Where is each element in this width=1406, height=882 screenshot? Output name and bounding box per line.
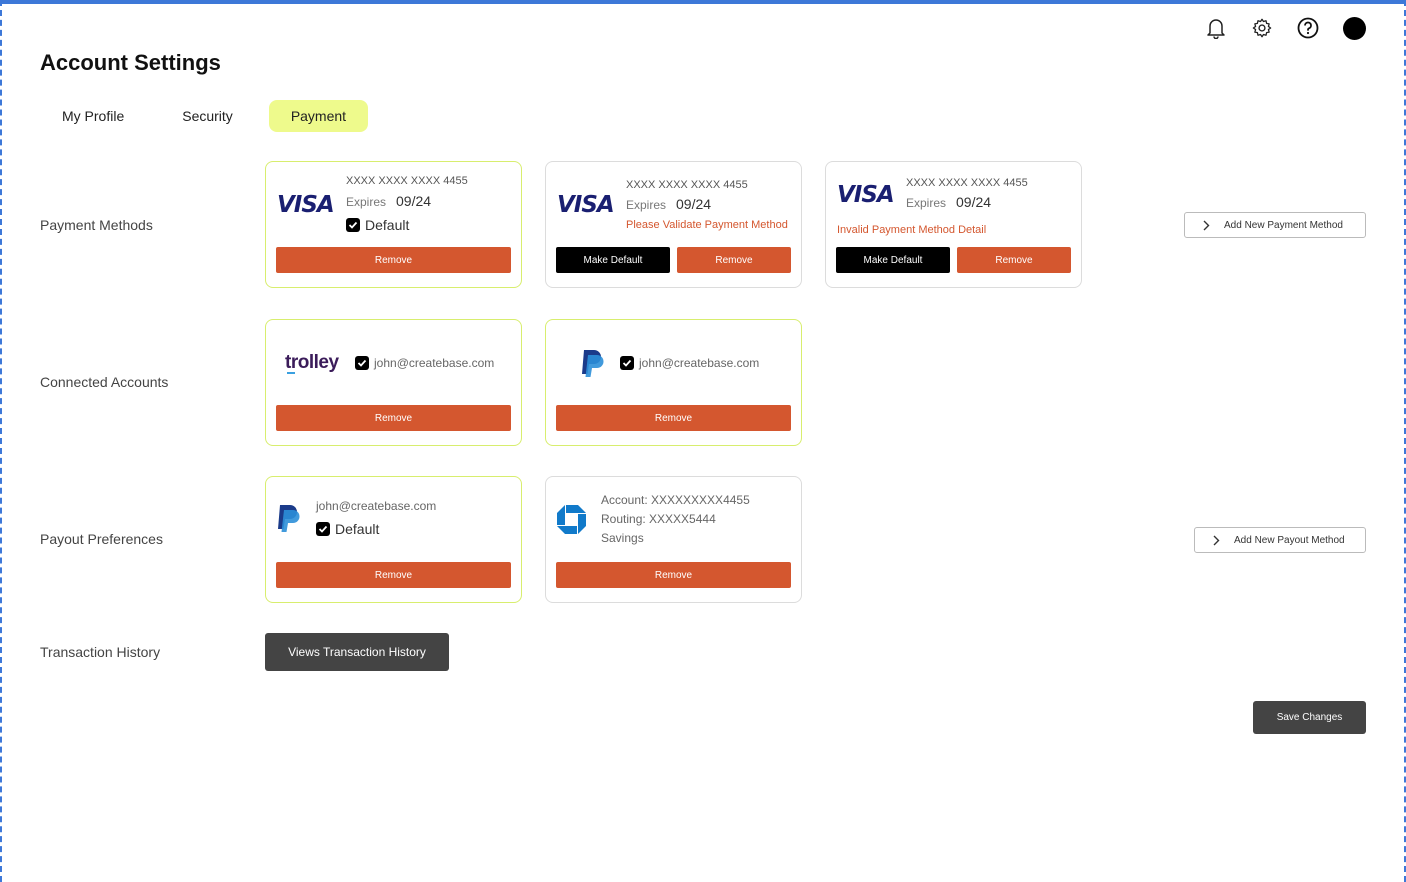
add-payout-method-label: Add New Payout Method <box>1234 534 1345 546</box>
paypal-icon <box>276 503 302 538</box>
add-payment-method-button[interactable]: Add New Payment Method <box>1184 212 1366 238</box>
transaction-history-label: Transaction History <box>40 644 161 660</box>
paypal-icon <box>580 348 606 383</box>
email: john@createbase.com <box>374 356 495 370</box>
expires-label: Expires <box>346 195 387 209</box>
remove-button[interactable]: Remove <box>276 405 511 431</box>
payment-card-invalid: VISA XXXX XXXX XXXX 4455 Expires 09/24 I… <box>825 161 1082 288</box>
remove-button[interactable]: Remove <box>556 405 791 431</box>
expires-label: Expires <box>626 198 667 212</box>
payout-bank-account: Account: XXXXXXXXX4455 Routing: XXXXX544… <box>545 476 802 603</box>
make-default-button[interactable]: Make Default <box>836 247 950 273</box>
tab-security[interactable]: Security <box>160 100 255 132</box>
remove-button[interactable]: Remove <box>276 562 511 588</box>
payout-paypal: john@createbase.com Default Remove <box>265 476 522 603</box>
tab-my-profile[interactable]: My Profile <box>40 100 146 132</box>
view-transaction-history-button[interactable]: Views Transaction History <box>265 633 449 671</box>
check-icon <box>355 356 369 370</box>
chevron-right-icon <box>1203 220 1210 231</box>
default-label: Default <box>365 217 410 233</box>
check-icon <box>620 356 634 370</box>
connected-checkbox[interactable]: john@createbase.com <box>355 356 494 370</box>
remove-button[interactable]: Remove <box>957 247 1071 273</box>
payment-card-unvalidated: VISA XXXX XXXX XXXX 4455 Expires 09/24 P… <box>545 161 802 288</box>
add-payment-method-label: Add New Payment Method <box>1224 219 1343 231</box>
chase-bank-icon <box>556 504 587 540</box>
payout-preferences-label: Payout Preferences <box>40 531 163 547</box>
validation-warning: Please Validate Payment Method <box>626 219 788 231</box>
expires-value: 09/24 <box>956 194 992 210</box>
top-toolbar <box>1204 16 1366 40</box>
expires-label: Expires <box>906 196 947 210</box>
email: john@createbase.com <box>316 499 437 513</box>
connected-checkbox[interactable]: john@createbase.com <box>620 356 759 370</box>
account-number: Account: XXXXXXXXX4455 <box>601 493 750 507</box>
default-checkbox[interactable]: Default <box>346 217 409 233</box>
gear-icon[interactable] <box>1250 16 1274 40</box>
visa-logo: VISA <box>277 192 335 218</box>
check-icon <box>346 218 360 232</box>
make-default-button[interactable]: Make Default <box>556 247 670 273</box>
payment-card-default: VISA XXXX XXXX XXXX 4455 Expires 09/24 D… <box>265 161 522 288</box>
expires-value: 09/24 <box>676 196 712 212</box>
expires-value: 09/24 <box>396 193 432 209</box>
invalid-warning: Invalid Payment Method Detail <box>837 224 987 236</box>
remove-button[interactable]: Remove <box>276 247 511 273</box>
payment-methods-label: Payment Methods <box>40 217 153 233</box>
visa-logo: VISA <box>837 182 895 208</box>
help-icon[interactable] <box>1296 16 1320 40</box>
check-icon <box>316 522 330 536</box>
remove-button[interactable]: Remove <box>677 247 791 273</box>
default-label: Default <box>335 521 380 537</box>
page-title: Account Settings <box>40 50 221 75</box>
save-changes-button[interactable]: Save Changes <box>1253 701 1366 734</box>
email: john@createbase.com <box>639 356 760 370</box>
card-number: XXXX XXXX XXXX 4455 <box>626 179 748 191</box>
visa-logo: VISA <box>557 192 615 218</box>
default-checkbox[interactable]: Default <box>316 521 379 537</box>
tab-bar: My Profile Security Payment <box>40 100 382 132</box>
bell-icon[interactable] <box>1204 16 1228 40</box>
account-type: Savings <box>601 531 644 545</box>
connected-accounts-label: Connected Accounts <box>40 374 169 390</box>
connected-account-trolley: trolley john@createbase.com Remove <box>265 319 522 446</box>
connected-account-paypal: john@createbase.com Remove <box>545 319 802 446</box>
card-number: XXXX XXXX XXXX 4455 <box>906 177 1028 189</box>
routing-number: Routing: XXXXX5444 <box>601 512 716 526</box>
bank-details: Account: XXXXXXXXX4455 Routing: XXXXX544… <box>601 491 750 548</box>
avatar[interactable] <box>1342 16 1366 40</box>
tab-payment[interactable]: Payment <box>268 100 369 132</box>
chevron-right-icon <box>1213 535 1220 546</box>
add-payout-method-button[interactable]: Add New Payout Method <box>1194 527 1366 553</box>
trolley-underline <box>287 372 295 374</box>
card-number: XXXX XXXX XXXX 4455 <box>346 175 468 187</box>
remove-button[interactable]: Remove <box>556 562 791 588</box>
trolley-logo: trolley <box>285 352 339 373</box>
